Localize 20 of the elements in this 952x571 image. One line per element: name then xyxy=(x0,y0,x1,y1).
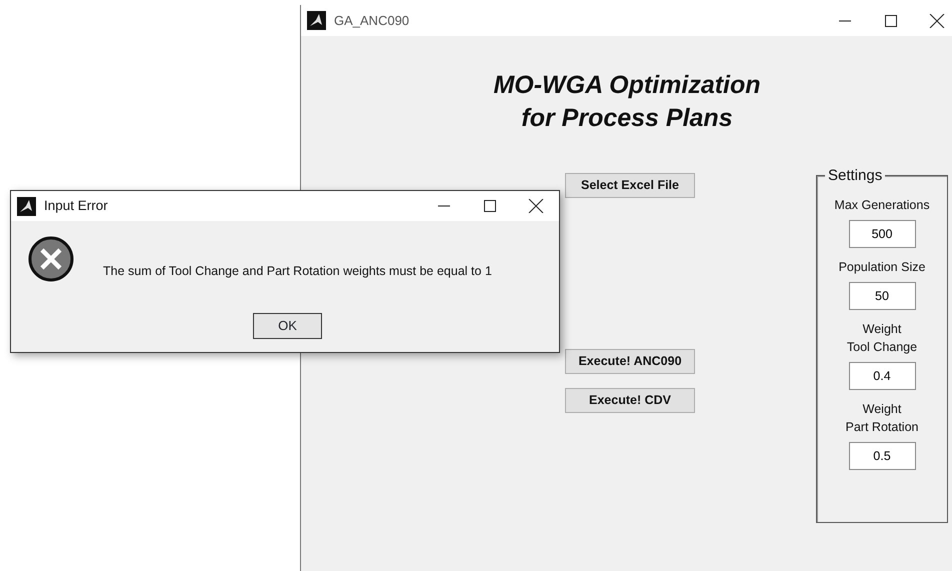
app-heading: MO-WGA Optimization xyxy=(492,70,762,101)
window-title: GA_ANC090 xyxy=(334,12,410,30)
field-label: Weight Part Rotation xyxy=(846,401,918,436)
error-message: The sum of Tool Change and Part Rotation weights must be equal to 1 xyxy=(103,263,492,280)
action-button[interactable]: Execute! ANC090 xyxy=(565,349,695,374)
window-title: Input Error xyxy=(44,196,108,215)
input-field[interactable]: 0.5 xyxy=(848,442,916,470)
field-label: Max Generations xyxy=(834,197,930,214)
field-label: Population Size xyxy=(838,259,926,276)
app-heading: for Process Plans xyxy=(520,103,734,134)
error-icon xyxy=(28,236,74,282)
input-field[interactable]: 50 xyxy=(848,282,916,310)
app-icon xyxy=(17,196,36,216)
input-field[interactable]: 0.4 xyxy=(848,362,916,390)
ok-button[interactable]: OK xyxy=(253,313,322,339)
field-label: Weight Tool Change xyxy=(846,321,918,356)
input-field[interactable]: 500 xyxy=(848,220,916,248)
action-button[interactable]: Execute! CDV xyxy=(565,388,695,413)
app-icon xyxy=(307,11,326,30)
action-button[interactable]: Select Excel File xyxy=(565,173,695,198)
